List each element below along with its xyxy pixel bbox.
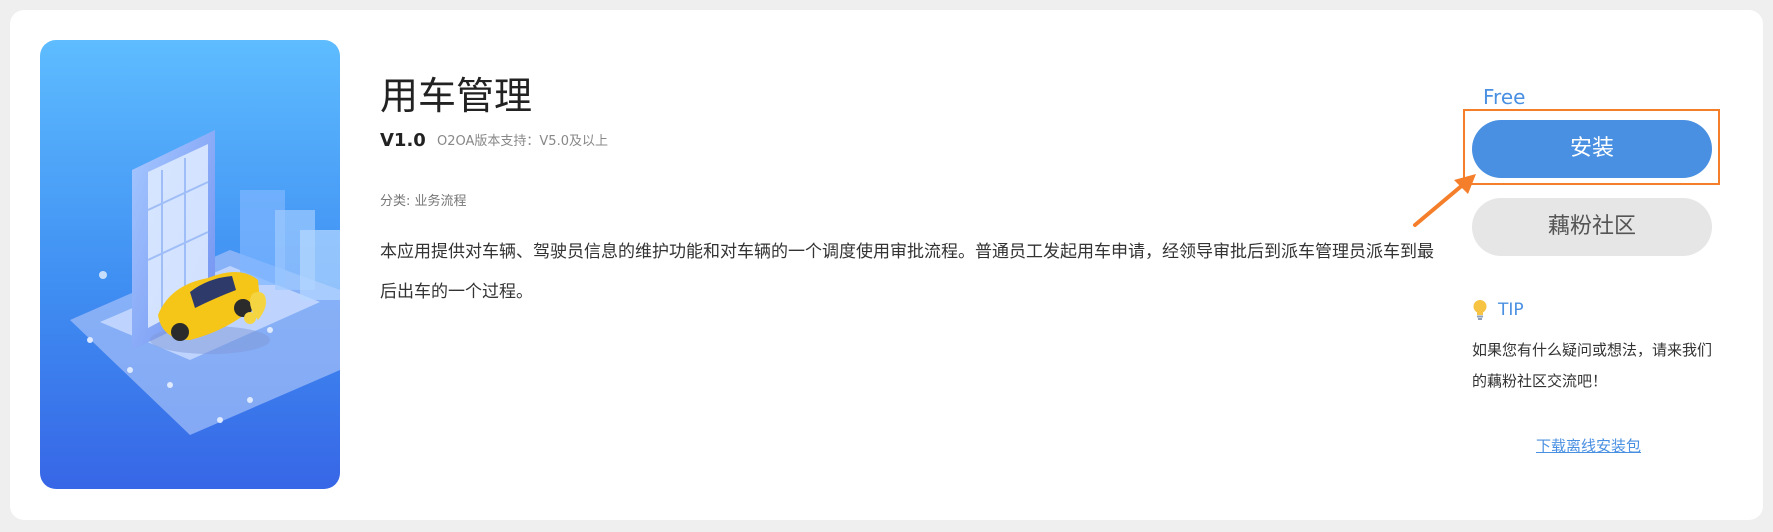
lightbulb-icon [1473,300,1487,320]
price-label: Free [1483,85,1526,109]
community-button[interactable]: 藕粉社区 [1472,198,1712,256]
app-cover-image [40,40,340,489]
tip-text: 如果您有什么疑问或想法，请来我们的藕粉社区交流吧！ [1472,341,1713,390]
app-description: 本应用提供对车辆、驾驶员信息的维护功能和对车辆的一个调度使用审批流程。普通员工发… [380,242,1434,302]
tip-header: TIP [1472,298,1524,322]
app-version: V1.0 [380,130,426,151]
app-category: 分类: 业务流程 [380,194,467,209]
arrow-icon [1413,174,1476,227]
app-title: 用车管理 [380,74,533,118]
install-button[interactable]: 安装 [1472,120,1712,178]
tip-label: TIP [1498,300,1524,320]
download-offline-package-link[interactable]: 下载离线安装包 [1536,435,1641,457]
version-support-note: O2OA版本支持：V5.0及以上 [437,134,608,149]
